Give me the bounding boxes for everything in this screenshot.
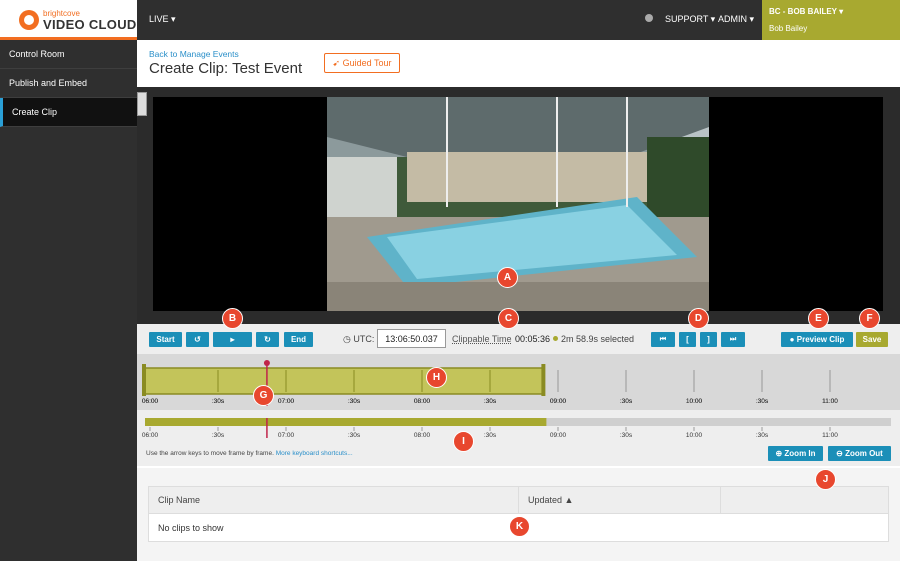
sidebar-item-create-clip[interactable]: Create Clip (0, 98, 137, 127)
clip-selection-range (143, 367, 545, 395)
page-title: Create Clip: Test Event (149, 60, 303, 77)
timeline-tick-label: 10:00 (686, 398, 703, 405)
timeline-tick-label: :30s (348, 398, 361, 405)
selected-duration: 2m 58.9s selected (561, 334, 635, 344)
utc-label: ◷ UTC: (343, 334, 375, 344)
zoom-in-button[interactable]: ⊕ Zoom In (768, 446, 823, 461)
selection-end-handle (541, 364, 546, 396)
keyboard-hint: Use the arrow keys to move frame by fram… (146, 450, 353, 457)
selection-status-dot (553, 336, 558, 341)
playhead-handle (263, 360, 270, 366)
marker-k: K (509, 516, 530, 537)
brightcove-logo-icon (19, 10, 39, 30)
table-header-row: Clip Name Updated ▲ (148, 486, 889, 514)
account-name: BC - BOB BAILEY ▾ (769, 7, 844, 16)
top-navigation-bar: brightcove VIDEO CLOUD LIVE ▾ SUPPORT ▾ … (0, 0, 900, 40)
timeline-tick-label: 08:00 (414, 398, 431, 405)
timeline-tick-label: :30s (484, 398, 497, 405)
timeline-tick-label: :30s (212, 432, 225, 439)
nav-admin-menu[interactable]: ADMIN ▾ (718, 14, 754, 25)
column-updated[interactable]: Updated ▲ (518, 486, 721, 514)
guided-tour-label: Guided Tour (342, 58, 392, 68)
mark-out-button[interactable]: ] (700, 332, 717, 347)
timeline-tick-label: 11:00 (822, 432, 838, 439)
marker-c: C (498, 308, 519, 329)
zoomed-timeline[interactable]: 06:00 :30s 07:00 :30s 08:00 :30s 09:00 :30s 10:0… (137, 354, 900, 410)
marker-a: A (497, 267, 518, 288)
brand-name: VIDEO CLOUD (43, 17, 137, 32)
column-actions (720, 486, 889, 514)
timeline-tick-label: :30s (620, 398, 633, 405)
zoom-out-icon: ⊖ (836, 449, 843, 458)
end-button[interactable]: End (284, 332, 313, 347)
sidebar: Control Room Publish and Embed Create Cl… (0, 40, 137, 561)
brand-logo[interactable]: brightcove VIDEO CLOUD (0, 0, 137, 40)
timeline-tick-label: 06:00 (142, 432, 159, 439)
save-button[interactable]: Save (856, 332, 888, 347)
paper-plane-icon: ➹ (332, 58, 341, 68)
utc-time-field[interactable] (377, 329, 446, 348)
play-circle-icon: ● (789, 335, 795, 344)
column-clip-name[interactable]: Clip Name (148, 486, 519, 514)
timeline-tick-label: 07:00 (278, 432, 295, 439)
start-button[interactable]: Start (149, 332, 182, 347)
selection-start-handle (142, 364, 146, 396)
timeline-tick-label: :30s (484, 432, 497, 439)
keyboard-shortcuts-link[interactable]: More keyboard shortcuts... (276, 450, 353, 457)
video-area[interactable] (153, 97, 883, 311)
marker-i: I (453, 431, 474, 452)
video-player (137, 87, 900, 324)
person-icon[interactable] (645, 14, 653, 22)
timeline-tick-label: 09:00 (550, 398, 567, 405)
timeline-tick-label: :30s (756, 432, 769, 439)
zoom-out-button[interactable]: ⊖ Zoom Out (828, 446, 891, 461)
timeline-tick-label: :30s (756, 398, 769, 405)
timeline-tick-label: 11:00 (822, 398, 838, 405)
marker-e: E (808, 308, 829, 329)
preview-clip-button[interactable]: ● Preview Clip (781, 332, 853, 347)
clippable-time-label: Clippable Time (452, 334, 512, 344)
marker-h: H (426, 367, 447, 388)
marker-g: G (253, 385, 274, 406)
account-user: Bob Bailey (769, 24, 808, 33)
timeline-tick-label: 07:00 (278, 398, 295, 405)
guided-tour-button[interactable]: ➹ Guided Tour (324, 53, 400, 73)
nav-support-menu[interactable]: SUPPORT ▾ (665, 14, 715, 25)
previous-frame-button[interactable]: ⏮ (651, 332, 675, 347)
timeline-tick-label: 08:00 (414, 432, 431, 439)
timeline-tick-label: 06:00 (142, 398, 159, 405)
timeline-tick-label: :30s (620, 432, 633, 439)
overview-selection (145, 418, 547, 426)
next-frame-button[interactable]: ⏭ (721, 332, 745, 347)
zoom-in-icon: ⊕ (775, 449, 783, 458)
marker-f: F (859, 308, 880, 329)
timeline-tick-label: 10:00 (686, 432, 703, 439)
rewind-10-icon[interactable]: ↺ (186, 332, 209, 347)
mark-in-button[interactable]: [ (679, 332, 696, 347)
clippable-time-value: 00:05:36 (515, 334, 551, 344)
back-to-manage-events-link[interactable]: Back to Manage Events (149, 49, 239, 59)
panel-collapse-handle[interactable] (137, 92, 147, 116)
clock-icon: ◷ (343, 334, 351, 344)
marker-d: D (688, 308, 709, 329)
account-menu[interactable]: BC - BOB BAILEY ▾ Bob Bailey (762, 0, 900, 40)
play-icon[interactable]: ▸ (213, 332, 252, 347)
video-frame-image (327, 97, 709, 311)
timeline-tick-label: :30s (348, 432, 361, 439)
timeline-tick-label: 09:00 (550, 432, 567, 439)
timeline-tick-label: :30s (212, 398, 225, 405)
nav-live-menu[interactable]: LIVE ▾ (149, 14, 176, 25)
sidebar-item-control-room[interactable]: Control Room (0, 40, 137, 69)
forward-10-icon[interactable]: ↻ (256, 332, 279, 347)
marker-b: B (222, 308, 243, 329)
marker-j: J (815, 469, 836, 490)
sidebar-item-publish-and-embed[interactable]: Publish and Embed (0, 69, 137, 98)
